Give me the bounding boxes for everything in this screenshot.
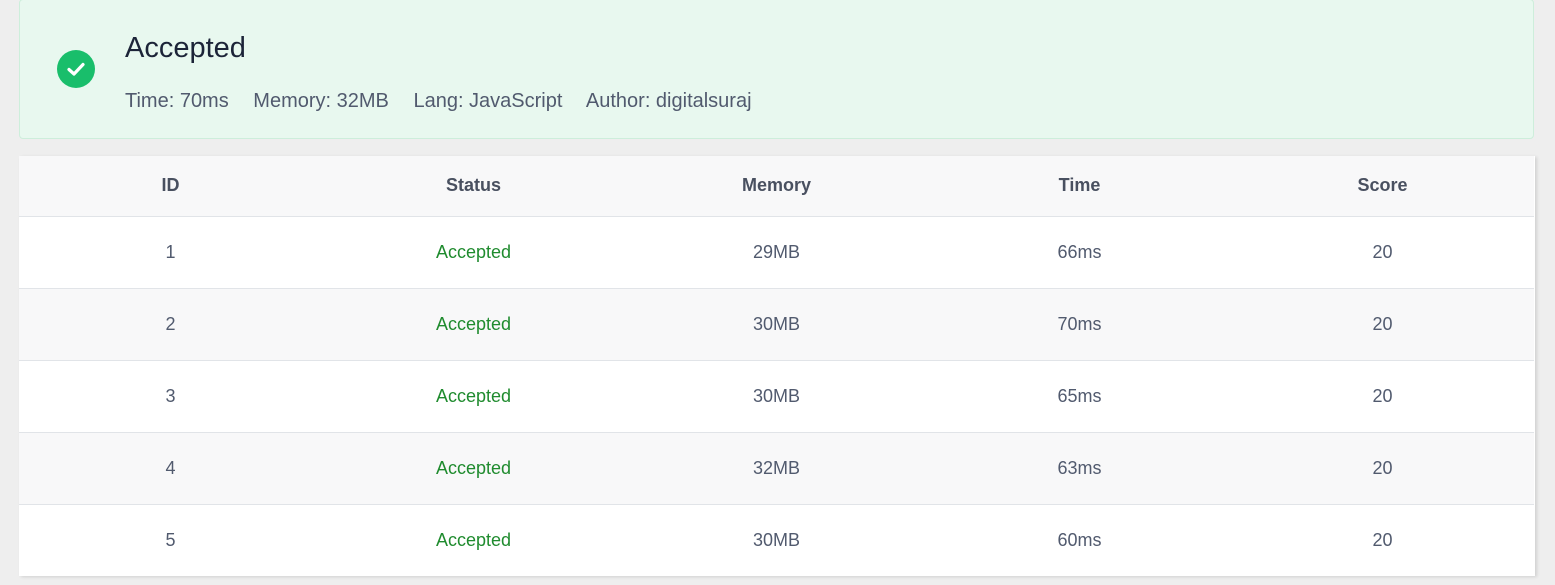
result-status-title: Accepted: [125, 32, 246, 64]
cell-memory: 29MB: [625, 216, 928, 289]
cell-score: 20: [1231, 360, 1534, 433]
table-row: 1 Accepted 29MB 66ms 20: [19, 216, 1534, 289]
column-header-score[interactable]: Score: [1231, 156, 1534, 217]
check-circle-icon: [57, 50, 95, 88]
cell-score: 20: [1231, 216, 1534, 289]
table-row: 3 Accepted 30MB 65ms 20: [19, 360, 1534, 433]
column-header-memory[interactable]: Memory: [625, 156, 928, 217]
cell-time: 63ms: [928, 432, 1231, 505]
test-case-table: ID Status Memory Time Score 1 Accepted 2…: [19, 156, 1535, 576]
cell-score: 20: [1372, 529, 1393, 550]
cell-score: 20: [1231, 432, 1534, 505]
result-memory: Memory: 32MB: [253, 90, 389, 112]
cell-memory: 30MB: [752, 529, 801, 550]
column-header-status[interactable]: Status: [322, 156, 625, 217]
cell-id: 4: [19, 432, 322, 505]
cell-id: 2: [19, 288, 322, 361]
cell-memory: 32MB: [625, 432, 928, 505]
cell-id: 1: [19, 216, 322, 289]
cell-status: Accepted: [322, 432, 625, 505]
result-meta: Time: 70ms Memory: 32MB Lang: JavaScript…: [125, 89, 771, 113]
cell-time: 60ms: [1057, 529, 1102, 550]
cell-time: 66ms: [928, 216, 1231, 289]
table-row: 5 Accepted 30MB 60ms 20: [19, 504, 1534, 576]
cell-id: 3: [19, 360, 322, 433]
cell-memory: 30MB: [625, 360, 928, 433]
cell-status: Accepted: [322, 216, 625, 289]
cell-score: 20: [1231, 288, 1534, 361]
cell-id: 5: [165, 529, 176, 550]
column-header-id[interactable]: ID: [19, 156, 322, 217]
cell-status: Accepted: [322, 288, 625, 361]
cell-time: 65ms: [928, 360, 1231, 433]
cell-status: Accepted: [435, 529, 512, 550]
result-author: Author: digitalsuraj: [585, 90, 752, 112]
table-header-row: ID Status Memory Time Score: [19, 156, 1534, 217]
cell-time: 70ms: [928, 288, 1231, 361]
submission-result-card: Accepted Time: 70ms Memory: 32MB Lang: J…: [19, 0, 1534, 139]
result-time: Time: 70ms: [125, 90, 229, 112]
column-header-time[interactable]: Time: [928, 156, 1231, 217]
cell-status: Accepted: [322, 360, 625, 433]
cell-memory: 30MB: [625, 288, 928, 361]
result-lang: Lang: JavaScript: [413, 90, 563, 112]
table-row: 2 Accepted 30MB 70ms 20: [19, 288, 1534, 361]
table-row: 4 Accepted 32MB 63ms 20: [19, 432, 1534, 505]
